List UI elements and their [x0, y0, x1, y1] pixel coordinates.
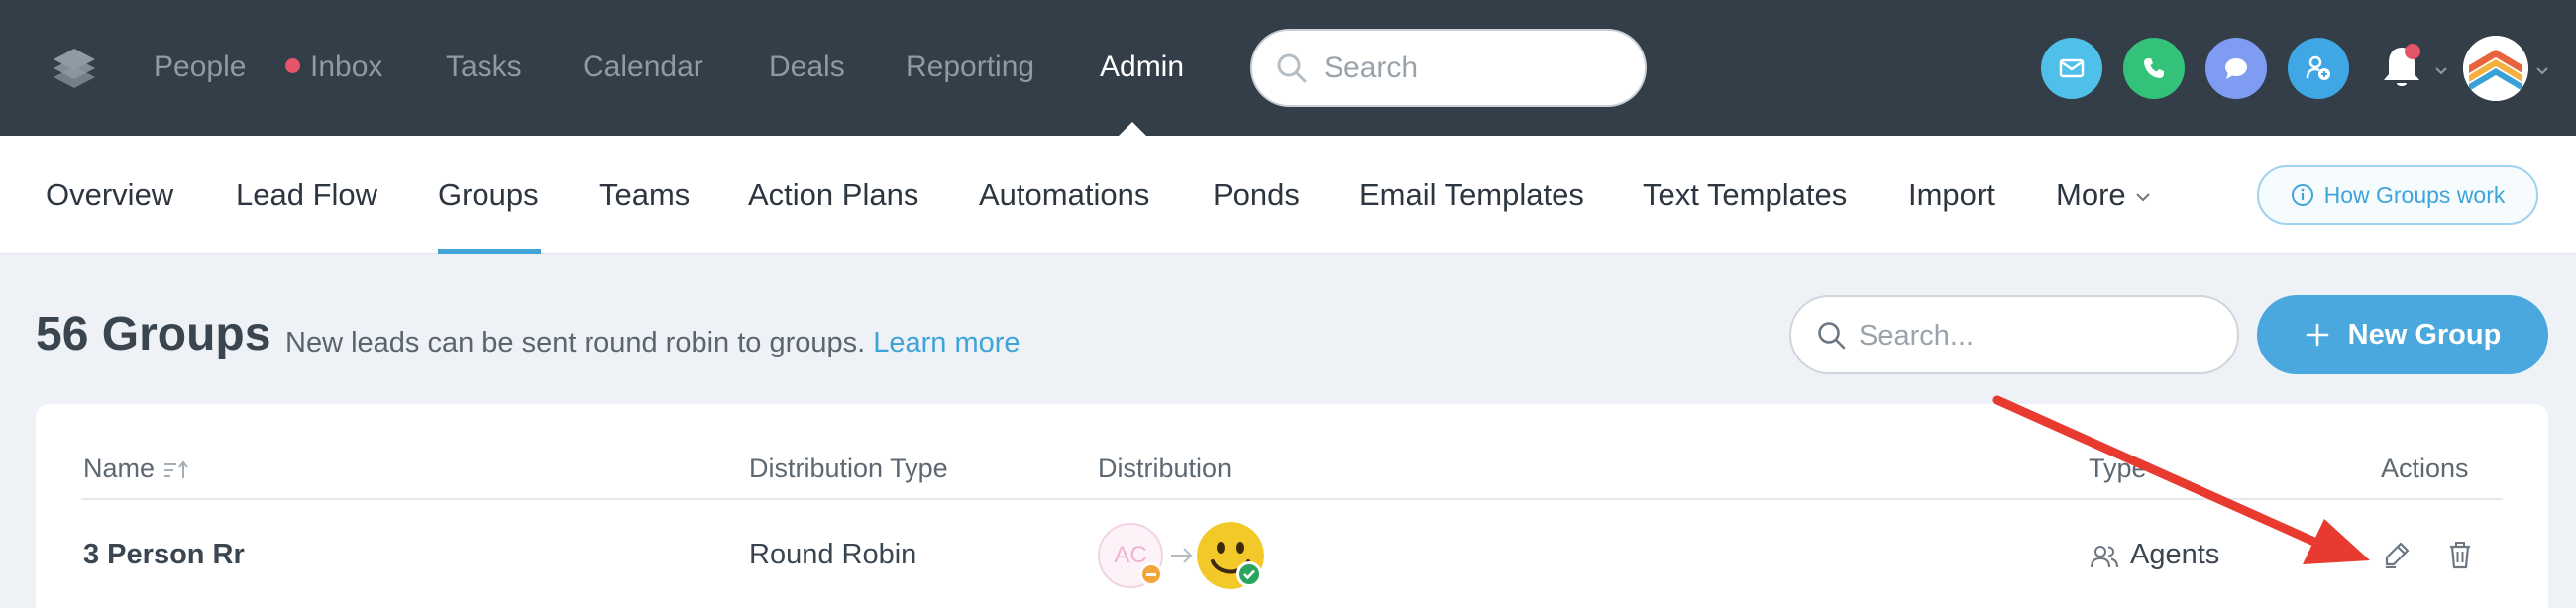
new-group-label: New Group [2347, 318, 2502, 351]
global-search[interactable] [1250, 29, 1647, 107]
how-groups-work-button[interactable]: How Groups work [2257, 165, 2538, 225]
nav-tasks[interactable]: Tasks [446, 46, 522, 89]
nav-deals[interactable]: Deals [769, 46, 845, 89]
email-button[interactable] [2041, 38, 2102, 99]
agents-icon [2091, 546, 2118, 568]
inbox-unread-dot [285, 57, 300, 73]
global-search-input[interactable] [1324, 43, 1621, 94]
active-tab-underline [438, 249, 541, 254]
notifications-bell-icon[interactable] [2371, 38, 2432, 99]
tab-automations[interactable]: Automations [979, 177, 1149, 213]
top-navigation-bar: People Inbox Tasks Calendar Deals Report… [0, 0, 2576, 137]
chevron-down-icon[interactable] [2534, 65, 2550, 77]
plus-icon [2306, 323, 2328, 347]
tab-overview[interactable]: Overview [46, 177, 173, 213]
chat-icon [2225, 58, 2247, 79]
add-person-icon [2306, 55, 2330, 80]
page-subtitle: New leads can be sent round robin to gro… [285, 327, 1020, 359]
user-avatar-logo-icon [2463, 36, 2528, 101]
tab-text-templates[interactable]: Text Templates [1643, 177, 1847, 213]
column-header-actions: Actions [2381, 454, 2469, 483]
learn-more-link[interactable]: Learn more [873, 327, 1020, 358]
arrow-right-icon [1171, 548, 1193, 563]
new-group-button[interactable]: New Group [2257, 295, 2548, 374]
page-subtitle-text: New leads can be sent round robin to gro… [285, 327, 866, 358]
call-button[interactable] [2123, 38, 2185, 99]
tab-more[interactable]: More [2056, 177, 2152, 213]
info-icon [2291, 184, 2313, 206]
nav-people[interactable]: People [154, 46, 246, 89]
tab-more-label: More [2056, 177, 2126, 212]
nav-calendar[interactable]: Calendar [583, 46, 703, 89]
user-avatar[interactable] [2463, 36, 2528, 101]
available-status-icon [1236, 561, 1262, 587]
text-message-button[interactable] [2205, 38, 2267, 99]
nav-admin[interactable]: Admin [1100, 46, 1184, 89]
away-status-icon [1139, 562, 1163, 586]
app-logo-icon[interactable] [50, 44, 99, 93]
search-icon [1277, 53, 1307, 83]
page-title: 56 Groups [36, 308, 271, 360]
phone-icon [2144, 58, 2164, 78]
column-header-distribution-type: Distribution Type [749, 454, 948, 483]
trash-icon[interactable] [2443, 538, 2477, 571]
groups-table-card [36, 404, 2548, 608]
chevron-down-icon[interactable] [2433, 65, 2449, 77]
active-nav-pointer [1118, 122, 1147, 137]
nav-reporting[interactable]: Reporting [906, 46, 1034, 89]
chevron-down-icon [2135, 193, 2150, 202]
mail-icon [2059, 58, 2085, 78]
column-header-name[interactable]: Name [83, 454, 190, 484]
group-search[interactable] [1789, 295, 2239, 374]
table-header-divider [81, 498, 2503, 500]
nav-inbox-label: Inbox [310, 51, 383, 83]
column-header-distribution: Distribution [1098, 454, 1233, 483]
group-search-input[interactable] [1859, 309, 2215, 362]
group-type: Agents [2130, 539, 2220, 570]
tab-teams[interactable]: Teams [599, 177, 690, 213]
edit-icon[interactable] [2380, 538, 2414, 571]
tab-groups[interactable]: Groups [438, 177, 539, 213]
tab-import[interactable]: Import [1908, 177, 1995, 213]
tab-ponds[interactable]: Ponds [1213, 177, 1300, 213]
admin-subnav: Overview Lead Flow Groups Teams Action P… [0, 136, 2576, 254]
tab-action-plans[interactable]: Action Plans [748, 177, 918, 213]
checkmark-icon [1243, 569, 1255, 580]
tab-lead-flow[interactable]: Lead Flow [236, 177, 377, 213]
search-icon [1818, 322, 1846, 350]
add-contact-button[interactable] [2288, 38, 2349, 99]
sort-icon[interactable] [162, 459, 190, 481]
tab-email-templates[interactable]: Email Templates [1359, 177, 1584, 213]
column-header-type: Type [2089, 454, 2147, 483]
nav-inbox[interactable]: Inbox [285, 46, 382, 89]
group-name[interactable]: 3 Person Rr [83, 539, 245, 571]
column-header-name-label: Name [83, 454, 156, 483]
how-groups-work-label: How Groups work [2323, 181, 2506, 208]
distribution-type: Round Robin [749, 539, 917, 570]
